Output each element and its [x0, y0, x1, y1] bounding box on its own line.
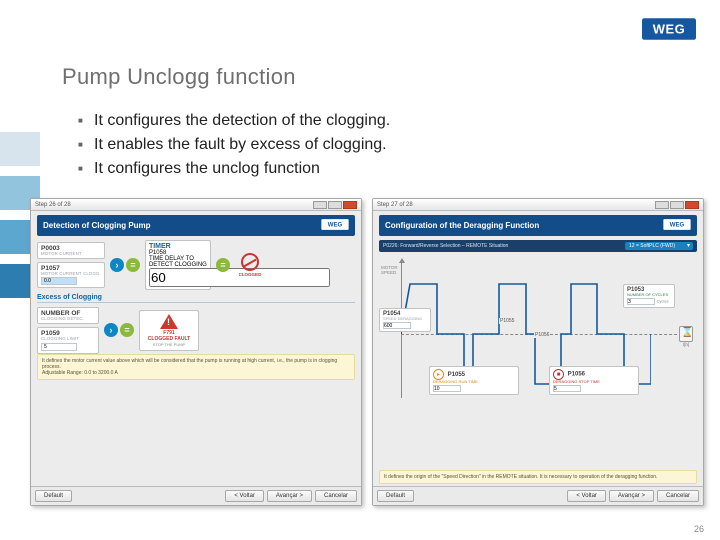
- svg-text:WEG: WEG: [653, 21, 686, 36]
- fault-block: F791 CLOGGED FAULT STOP THE PUMP: [139, 310, 199, 351]
- param-desc: CLOGGING DETEC.: [41, 317, 95, 321]
- param-name: P1055: [448, 372, 465, 378]
- param-desc: TIME DELAY TO DETECT CLOGGING: [149, 256, 207, 268]
- param-desc: CLOGGING LIMIT: [41, 337, 95, 341]
- hourglass-icon: [679, 326, 693, 342]
- bullet-item: It configures the detection of the clogg…: [78, 112, 390, 130]
- titlebar: Step 27 of 28: [373, 199, 703, 211]
- step-label: Step 26 of 28: [35, 202, 71, 208]
- wizard-window-right: Step 27 of 28 Configuration of the Derag…: [372, 198, 704, 506]
- back-button[interactable]: < Voltar: [567, 490, 606, 502]
- default-button[interactable]: Default: [377, 490, 414, 502]
- operator-equal-icon: =: [216, 258, 230, 272]
- param-desc: MOTOR CURRENT CLOGG.: [41, 272, 101, 276]
- operator-equal-icon: =: [120, 323, 134, 337]
- svg-text:WEG: WEG: [328, 223, 343, 229]
- help-text: It defines the motor current value above…: [42, 358, 350, 370]
- param-desc: NUMBER OF CYCLES: [627, 293, 671, 297]
- p0226-select[interactable]: 12 = SoftPLC (FWD): [625, 242, 693, 250]
- param-desc: DERAGGING RUN TIME: [433, 380, 515, 384]
- param-p0003: P0003 MOTOR CURRENT: [37, 242, 105, 259]
- next-button[interactable]: Avançar >: [267, 490, 312, 502]
- svg-text:WEG: WEG: [670, 223, 685, 229]
- brand-logo-small: WEG: [321, 219, 349, 232]
- p0226-label: P0226: Forward/Reverse Selection – REMOT…: [383, 243, 508, 249]
- page-title: Pump Unclogg function: [62, 64, 296, 90]
- panel-header-text: Detection of Clogging Pump: [43, 221, 151, 230]
- bullet-item: It configures the unclog function: [78, 160, 390, 178]
- help-box: It defines the motor current value above…: [37, 354, 355, 380]
- help-range: Adjustable Range: 0.0 to 3200.0 A: [42, 370, 350, 376]
- param-p1059: P1059 CLOGGING LIMIT: [37, 327, 99, 353]
- p1059-input[interactable]: [41, 343, 77, 351]
- p1055-input[interactable]: [433, 385, 461, 392]
- p1056-input[interactable]: [553, 385, 581, 392]
- bullet-item: It enables the fault by excess of cloggi…: [78, 136, 390, 154]
- step-label: Step 27 of 28: [377, 202, 413, 208]
- param-desc: DERAGGING STOP TIME: [553, 380, 635, 384]
- slide-number: 26: [694, 524, 704, 534]
- param-p1053: P1053 NUMBER OF CYCLES Cycles: [623, 284, 675, 308]
- operator-greater-icon: ›: [104, 323, 118, 337]
- next-button[interactable]: Avançar >: [609, 490, 654, 502]
- param-name: P1056: [568, 372, 585, 378]
- default-button[interactable]: Default: [35, 490, 72, 502]
- titlebar: Step 26 of 28: [31, 199, 361, 211]
- p0226-row: P0226: Forward/Reverse Selection – REMOT…: [379, 240, 697, 252]
- subheader-excess: Excess of Clogging: [37, 294, 355, 303]
- p1057-input[interactable]: [41, 277, 77, 285]
- p1053-input[interactable]: [627, 298, 655, 305]
- operator-equal-icon: =: [126, 258, 140, 272]
- param-p1055: ▸ P1055 DERAGGING RUN TIME: [429, 366, 519, 395]
- panel-header-text: Configuration of the Deragging Function: [385, 221, 539, 230]
- wizard-footer: Default < Voltar Avançar > Cancelar: [373, 486, 703, 505]
- p1054-input[interactable]: [383, 322, 411, 329]
- cancel-button[interactable]: Cancelar: [315, 490, 357, 502]
- close-icon[interactable]: [343, 201, 357, 209]
- param-unit: Cycles: [657, 299, 669, 304]
- brand-logo: WEG: [642, 18, 696, 43]
- help-box: It defines the origin of the "Speed Dire…: [379, 470, 697, 484]
- param-desc: SPEED DERAGGING: [383, 317, 427, 321]
- fault-name: CLOGGED FAULT: [143, 336, 195, 342]
- param-p1056: ■ P1056 DERAGGING STOP TIME: [549, 366, 639, 395]
- param-p1057: P1057 MOTOR CURRENT CLOGG.: [37, 262, 105, 288]
- time-axis-end: t[h]: [679, 326, 693, 348]
- time-label: t[h]: [683, 342, 689, 347]
- wizard-window-left: Step 26 of 28 Detection of Clogging Pump…: [30, 198, 362, 506]
- maximize-icon[interactable]: [670, 201, 684, 209]
- maximize-icon[interactable]: [328, 201, 342, 209]
- clogged-icon: [241, 253, 259, 271]
- clogged-indicator: CLOGGED: [235, 253, 265, 278]
- timer-block: TIMER P1058 TIME DELAY TO DETECT CLOGGIN…: [145, 240, 211, 290]
- help-text: It defines the origin of the "Speed Dire…: [384, 474, 692, 480]
- p1055-inline-label: P1055: [499, 318, 515, 324]
- minimize-icon[interactable]: [655, 201, 669, 209]
- bullet-list: It configures the detection of the clogg…: [78, 112, 390, 184]
- clogged-label: CLOGGED: [239, 272, 262, 277]
- cancel-button[interactable]: Cancelar: [657, 490, 699, 502]
- minimize-icon[interactable]: [313, 201, 327, 209]
- p1056-inline-label: P1056: [534, 332, 550, 338]
- panel-header: Detection of Clogging Pump WEG: [37, 215, 355, 236]
- deragging-chart: MOTOR SPEED P1055 P1056 P1054 SPEED DERA…: [379, 256, 697, 406]
- param-clog-count: NUMBER OF CLOGGING DETEC.: [37, 307, 99, 324]
- timer-title: TIMER: [149, 243, 207, 250]
- axis-y-label: MOTOR SPEED: [381, 266, 398, 276]
- wizard-footer: Default < Voltar Avançar > Cancelar: [31, 486, 361, 505]
- warning-triangle-icon: [160, 314, 178, 329]
- fault-desc: STOP THE PUMP: [143, 342, 195, 347]
- param-desc: MOTOR CURRENT: [41, 252, 101, 256]
- panel-header: Configuration of the Deragging Function …: [379, 215, 697, 236]
- back-button[interactable]: < Voltar: [225, 490, 264, 502]
- param-p1054: P1054 SPEED DERAGGING: [379, 308, 431, 332]
- close-icon[interactable]: [685, 201, 699, 209]
- brand-logo-small: WEG: [663, 219, 691, 232]
- operator-greater-icon: ›: [110, 258, 124, 272]
